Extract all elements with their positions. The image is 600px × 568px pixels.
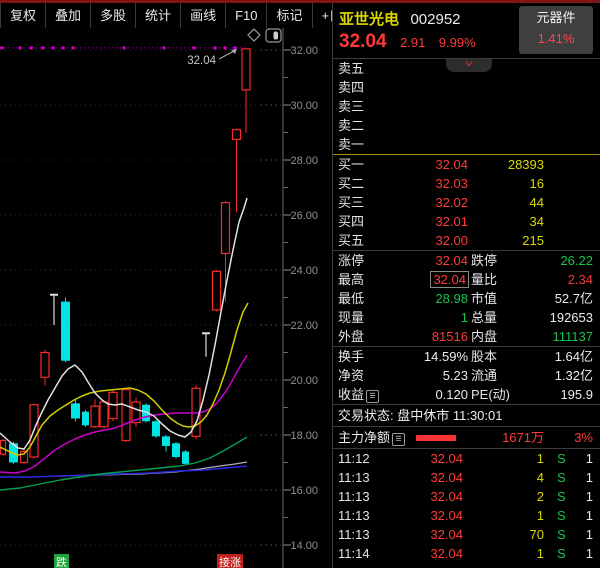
main-flow-pct: 3% [553, 427, 593, 448]
toolbar-button[interactable]: F10 [226, 3, 267, 28]
chart-icons [248, 29, 281, 42]
y-axis-label: 22.00 [290, 320, 318, 332]
tick-row: 11:1332.044S1 [333, 468, 600, 487]
tick-row: 11:1332.041S1 [333, 506, 600, 525]
candle-up [100, 402, 108, 427]
price-annotation: 32.04 [187, 49, 237, 67]
toolbar-button[interactable]: 叠加 [46, 3, 91, 28]
stock-name: 亚世光电 [339, 11, 399, 28]
toolbar-button[interactable]: 多股 [91, 3, 136, 28]
stat-row: 最低28.98市值52.7亿 [333, 289, 600, 308]
y-axis-label: 24.00 [290, 265, 318, 277]
order-row: 买五32.00215 [333, 231, 600, 250]
svg-text:32.04: 32.04 [187, 55, 216, 67]
svg-text:跌: 跌 [56, 555, 67, 568]
tick-list: 11:1232.041S111:1332.044S111:1332.042S11… [333, 449, 600, 563]
candle-up [242, 49, 250, 90]
trade-status: 交易状态: 盘中休市 11:30:01 [333, 405, 600, 426]
toolbar-button[interactable]: 统计 [136, 3, 181, 28]
order-row: 买三32.0244 [333, 193, 600, 212]
main-flow-value: 1671万 [464, 427, 544, 448]
trading-app-window: 复权叠加多股统计画线F10标记+自选返回 32.00 30.00 28.00 26.0… [0, 0, 600, 568]
diamond-icon [248, 29, 260, 41]
tick-row: 11:1232.041S1 [333, 449, 600, 468]
candle-down [162, 436, 170, 446]
order-row: 买一32.0428393 [333, 155, 600, 174]
order-row: 买四32.0134 [333, 212, 600, 231]
candle-up [222, 203, 230, 254]
y-axis-label: 28.00 [290, 155, 318, 167]
order-row: 卖四 [333, 78, 600, 97]
tick-row: 11:1432.041S1 [333, 544, 600, 563]
price-change: 2.91 [400, 35, 425, 50]
toolbar-button[interactable]: 复权 [1, 3, 46, 28]
chevron-down-icon: ˅ [432, 59, 506, 70]
quote-panel: 亚世光电 002952 32.04 2.91 9.99% 元器件 1.41% ˅… [332, 3, 600, 568]
toolbar: 复权叠加多股统计画线F10标记+自选返回 [0, 3, 333, 28]
order-row: 卖一 [333, 135, 600, 154]
stat-row: 现量1总量192653 [333, 308, 600, 327]
event-marker: 跌 [54, 554, 69, 568]
tick-row: 11:1332.0470S1 [333, 525, 600, 544]
main-flow-label: 主力净额 [338, 430, 390, 445]
candle-down [152, 421, 160, 436]
event-marker: 接涨 [217, 554, 243, 568]
y-axis-label: 16.00 [290, 485, 318, 497]
stats-block-2: 换手14.59%股本1.64亿净资5.23流通1.32亿收益☰0.120PE(动… [333, 347, 600, 404]
stat-row: 收益☰0.120PE(动)195.9 [333, 385, 600, 404]
y-axis-label: 32.00 [290, 45, 318, 57]
grid: 32.00 30.00 28.00 26.00 24.00 22.00 20.00 18.00… [0, 28, 318, 568]
candle-up [91, 406, 99, 427]
svg-text:接涨: 接涨 [219, 556, 241, 568]
stat-row: 换手14.59%股本1.64亿 [333, 347, 600, 366]
y-axis-label: 20.00 [290, 375, 318, 387]
order-row: 买二32.0316 [333, 174, 600, 193]
candle-up [213, 271, 221, 310]
candle-down [182, 452, 189, 464]
order-row: 卖三 [333, 97, 600, 116]
y-axis-label: 18.00 [290, 430, 318, 442]
stock-code: 002952 [410, 11, 460, 28]
candles [1, 49, 251, 465]
stat-row: 外盘81516内盘111137 [333, 327, 600, 346]
candle-up [122, 390, 130, 441]
price-change-pct: 9.99% [439, 35, 476, 50]
stats-block: 涨停32.04跌停26.22最高32.04量比2.34最低28.98市值52.7… [333, 251, 600, 346]
stat-row: 最高32.04量比2.34 [333, 270, 600, 289]
candle-down [172, 443, 180, 457]
candle-up [233, 130, 241, 140]
kline-chart[interactable]: 32.00 30.00 28.00 26.00 24.00 22.00 20.00 18.00… [0, 28, 332, 568]
candle-down [71, 403, 80, 418]
candle-up [41, 353, 49, 378]
last-price: 32.04 [339, 31, 387, 52]
y-axis-label: 30.00 [290, 100, 318, 112]
stat-row: 净资5.23流通1.32亿 [333, 366, 600, 385]
collapse-tab[interactable]: ˅ [446, 59, 492, 72]
tick-row: 11:1332.042S1 [333, 487, 600, 506]
industry-pct: 1.41% [519, 29, 593, 49]
toolbar-button[interactable]: 标记 [267, 3, 312, 28]
main-flow-bar [416, 435, 456, 441]
quote-header: 亚世光电 002952 32.04 2.91 9.99% 元器件 1.41% [333, 3, 600, 58]
main-flow-row: 主力净额☰ 1671万 3% [333, 427, 600, 448]
sell-queue: 卖五卖四卖三卖二卖一 [333, 59, 600, 154]
stat-row: 涨停32.04跌停26.22 [333, 251, 600, 270]
industry-name: 元器件 [519, 6, 593, 29]
industry-box[interactable]: 元器件 1.41% [519, 6, 593, 54]
buy-queue: 买一32.0428393买二32.0316买三32.0244买四32.0134买… [333, 155, 600, 250]
toolbar-button[interactable]: 画线 [181, 3, 226, 28]
candle-down [82, 412, 89, 426]
y-axis-label: 26.00 [290, 210, 318, 222]
menu-icon[interactable]: ☰ [392, 433, 405, 446]
y-axis-label: 14.00 [290, 540, 318, 552]
order-row: 卖二 [333, 116, 600, 135]
limit-up-line [0, 46, 248, 49]
candle-down [61, 302, 70, 361]
